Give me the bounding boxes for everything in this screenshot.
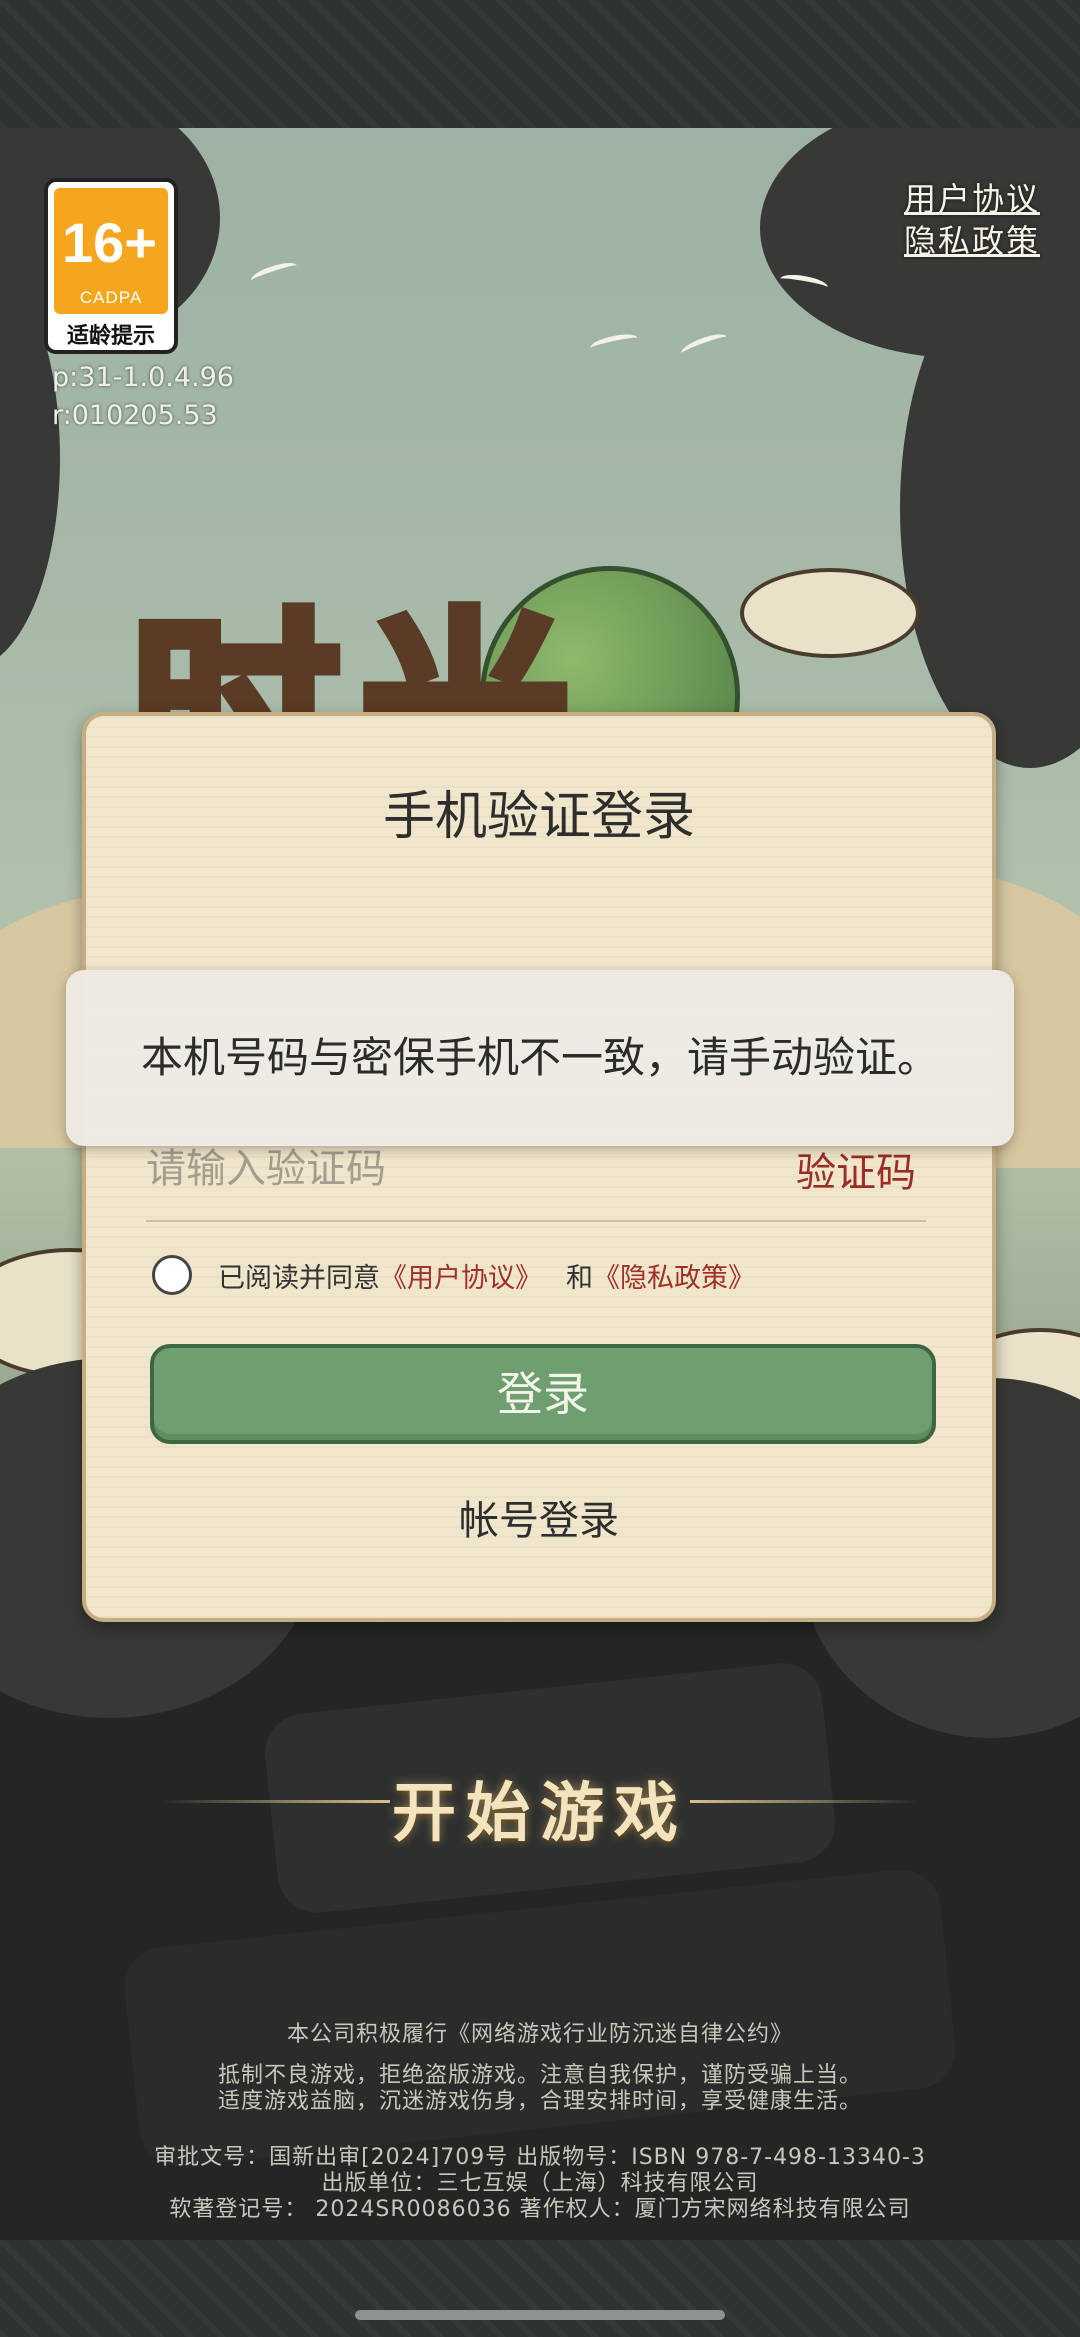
- account-login-link[interactable]: 帐号登录: [86, 1488, 992, 1546]
- age-rating-label: 适龄提示: [66, 324, 155, 349]
- age-rating-number: 16+: [62, 211, 157, 274]
- agreement-row: 已阅读并同意 《用户协议》 和 《隐私政策》: [152, 1250, 755, 1300]
- login-button[interactable]: 登录: [150, 1344, 936, 1444]
- agreement-user-link[interactable]: 《用户协议》: [380, 1256, 542, 1295]
- footer-line-6: 软著登记号： 2024SR0086036 著作权人：厦门方宋网络科技有限公司: [169, 2197, 911, 2222]
- top-decor-band: [0, 0, 1080, 128]
- agreement-prefix: 已阅读并同意: [218, 1262, 380, 1294]
- agreement-and: 和: [566, 1262, 593, 1294]
- get-code-button[interactable]: 验证码: [796, 1140, 916, 1198]
- home-indicator[interactable]: [355, 2310, 725, 2320]
- age-rating-org: CADPA: [79, 288, 143, 307]
- version-r: r:010205.53: [52, 400, 218, 431]
- start-game-row: 开始游戏: [0, 1762, 1080, 1854]
- footer-line-3: 适度游戏益脑，沉迷游戏伤身，合理安排时间，享受健康生活。: [217, 2089, 862, 2114]
- input-underline: [146, 1220, 926, 1222]
- phone-login-dialog: 手机验证登录 验证码 已阅读并同意 《用户协议》 和 《隐私政策》 登录 帐号登…: [82, 712, 996, 1622]
- version-p: p:31-1.0.4.96: [52, 362, 234, 393]
- footer-line-1: 本公司积极履行《网络游戏行业防沉迷自律公约》: [286, 2022, 793, 2047]
- start-game-button[interactable]: 开始游戏: [392, 1762, 688, 1854]
- user-agreement-link[interactable]: 用户协议: [904, 174, 1040, 220]
- agreement-checkbox[interactable]: [152, 1255, 192, 1295]
- toast-message: 本机号码与密保手机不一致，请手动验证。: [66, 970, 1014, 1146]
- dialog-title: 手机验证登录: [382, 787, 695, 847]
- age-rating-badge[interactable]: 16+ CADPA 适龄提示: [44, 178, 178, 354]
- agreement-privacy-link[interactable]: 《隐私政策》: [593, 1256, 755, 1295]
- ornament-left: [160, 1800, 390, 1803]
- bottom-decor-band: [0, 2240, 1080, 2337]
- privacy-policy-link[interactable]: 隐私政策: [904, 216, 1040, 262]
- ornament-right: [690, 1800, 920, 1803]
